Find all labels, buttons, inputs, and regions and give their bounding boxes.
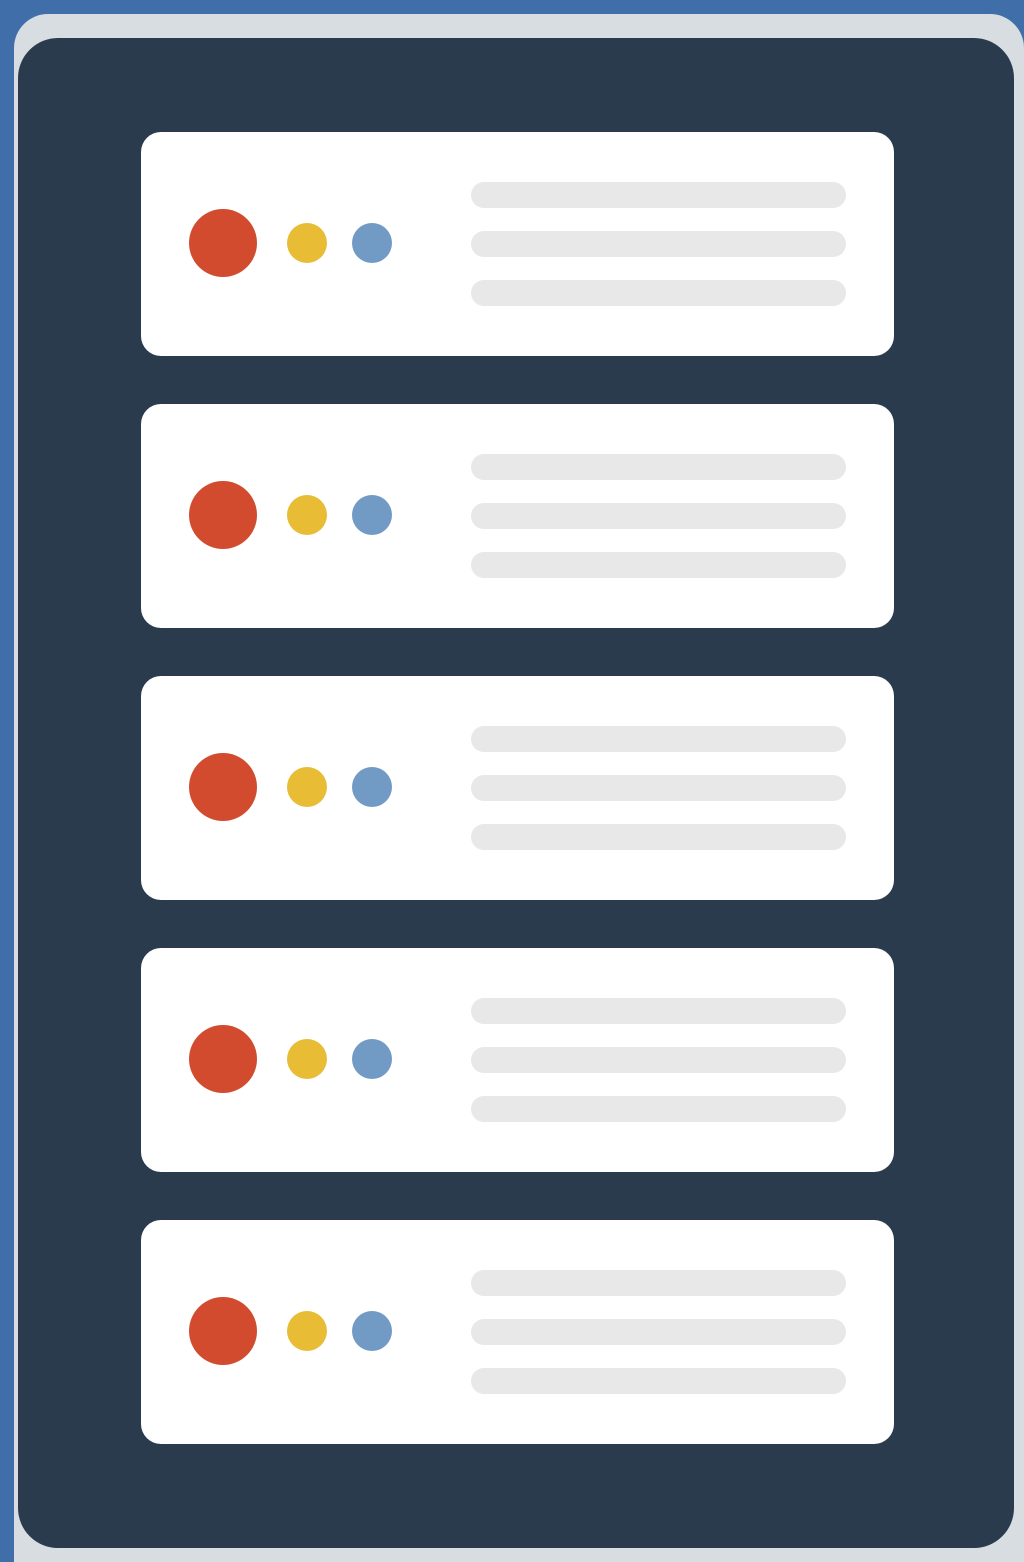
placeholder-line <box>471 182 846 208</box>
placeholder-line <box>471 726 846 752</box>
yellow-status-light-icon <box>287 767 327 807</box>
placeholder-line <box>471 1096 846 1122</box>
blue-status-light-icon <box>352 1039 392 1079</box>
placeholder-line <box>471 231 846 257</box>
rack-unit <box>141 404 894 628</box>
placeholder-line <box>471 1319 846 1345</box>
placeholder-line <box>471 1368 846 1394</box>
placeholder-lines <box>471 454 846 578</box>
placeholder-line <box>471 824 846 850</box>
rack-unit <box>141 948 894 1172</box>
rack-unit <box>141 1220 894 1444</box>
server-rack-cabinet <box>18 38 1014 1548</box>
placeholder-line <box>471 1270 846 1296</box>
red-status-light-icon <box>189 1025 257 1093</box>
red-status-light-icon <box>189 481 257 549</box>
placeholder-line <box>471 1047 846 1073</box>
red-status-light-icon <box>189 1297 257 1365</box>
placeholder-lines <box>471 1270 846 1394</box>
placeholder-line <box>471 998 846 1024</box>
placeholder-line <box>471 454 846 480</box>
placeholder-line <box>471 503 846 529</box>
blue-status-light-icon <box>352 495 392 535</box>
placeholder-line <box>471 552 846 578</box>
placeholder-lines <box>471 726 846 850</box>
red-status-light-icon <box>189 753 257 821</box>
blue-status-light-icon <box>352 1311 392 1351</box>
yellow-status-light-icon <box>287 495 327 535</box>
placeholder-lines <box>471 182 846 306</box>
yellow-status-light-icon <box>287 1039 327 1079</box>
yellow-status-light-icon <box>287 1311 327 1351</box>
yellow-status-light-icon <box>287 223 327 263</box>
rack-unit-list <box>141 132 894 1444</box>
placeholder-line <box>471 280 846 306</box>
placeholder-lines <box>471 998 846 1122</box>
rack-unit <box>141 676 894 900</box>
placeholder-line <box>471 775 846 801</box>
blue-status-light-icon <box>352 223 392 263</box>
blue-status-light-icon <box>352 767 392 807</box>
rack-unit <box>141 132 894 356</box>
red-status-light-icon <box>189 209 257 277</box>
